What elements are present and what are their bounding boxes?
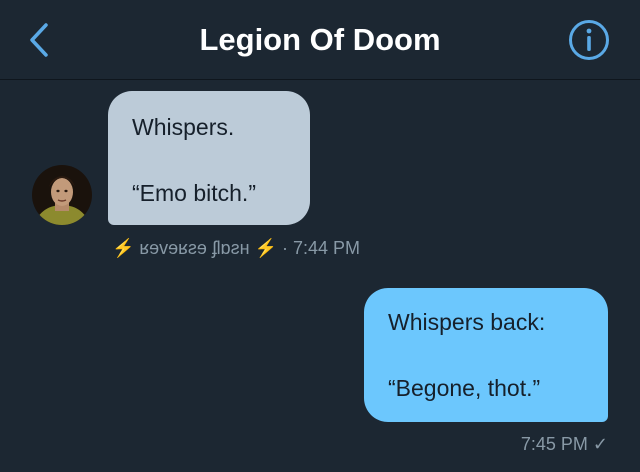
message-time: 7:45 PM (520, 434, 588, 454)
outgoing-message-meta: 7:45 PM ✓ (521, 431, 608, 457)
conversation-header: Legion Of Doom (0, 0, 640, 80)
message-time: 7:44 PM (292, 238, 361, 258)
message-line: Whispers back: (388, 309, 546, 335)
read-receipt-icon: ✓ (592, 434, 608, 454)
info-icon (569, 20, 609, 60)
incoming-message-bubble[interactable]: Whispers. “Emo bitch.” (108, 91, 310, 225)
sender-name[interactable]: ⚡️ ʁɘvɘʁƨɘ ʄlɒƨн ⚡️ (112, 238, 277, 258)
message-line: Whispers. (132, 114, 235, 140)
meta-separator: · (276, 238, 293, 258)
outgoing-message-bubble[interactable]: Whispers back: “Begone, thot.” (364, 288, 608, 422)
message-line: “Emo bitch.” (132, 180, 256, 206)
incoming-message-meta: ⚡️ ʁɘvɘʁƨɘ ʄlɒƨн ⚡️ · 7:44 PM (112, 235, 360, 261)
conversation-title: Legion Of Doom (199, 22, 441, 57)
avatar-image (32, 165, 92, 225)
info-button[interactable] (566, 17, 612, 63)
sender-avatar[interactable] (32, 165, 92, 225)
message-line: “Begone, thot.” (388, 375, 541, 401)
